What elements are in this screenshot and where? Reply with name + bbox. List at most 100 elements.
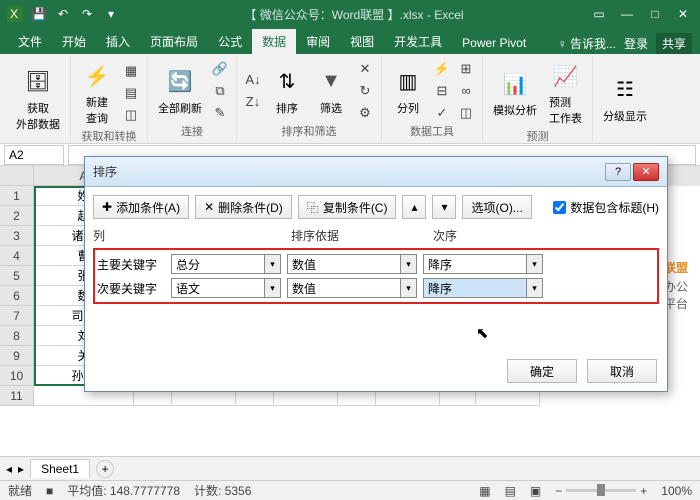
consolidate-icon[interactable]: ⊞ [456, 59, 476, 79]
row-header[interactable]: 7 [0, 306, 34, 326]
has-headers-checkbox[interactable]: 数据包含标题(H) [553, 199, 659, 216]
row-header[interactable]: 10 [0, 366, 34, 386]
primary-basis-combo[interactable]: 数值▾ [287, 254, 417, 274]
status-ready: 就绪 [8, 482, 32, 499]
zoom-level[interactable]: 100% [661, 484, 692, 498]
cancel-button[interactable]: 取消 [587, 359, 657, 383]
status-average: 平均值: 148.7777778 [67, 482, 180, 499]
relationships-icon[interactable]: ∞ [456, 81, 476, 101]
secondary-order-combo[interactable]: 降序▾ [423, 278, 543, 298]
filter-button[interactable]: ▼筛选 [311, 64, 351, 118]
tab-pivot[interactable]: Power Pivot [452, 32, 536, 54]
remove-dup-icon[interactable]: ⊟ [432, 81, 452, 101]
sort-desc-icon[interactable]: Z↓ [243, 92, 263, 112]
external-data-button[interactable]: 🗄获取 外部数据 [12, 64, 64, 134]
row-header[interactable]: 4 [0, 246, 34, 266]
redo-icon[interactable]: ↷ [76, 3, 98, 25]
dialog-close-icon[interactable]: ✕ [633, 163, 659, 181]
tab-layout[interactable]: 页面布局 [140, 29, 208, 54]
properties-icon[interactable]: ⧉ [210, 81, 230, 101]
move-up-button[interactable]: ▴ [402, 195, 426, 219]
help-icon[interactable]: ? [605, 163, 631, 181]
options-button[interactable]: 选项(O)... [462, 195, 531, 219]
tab-insert[interactable]: 插入 [96, 29, 140, 54]
group-transform: 获取和转换 [82, 128, 137, 144]
copy-level-button[interactable]: ⿻复制条件(C) [298, 195, 397, 219]
zoom-out-icon[interactable]: − [555, 484, 562, 498]
excel-icon: X [4, 3, 26, 25]
maximize-icon[interactable]: □ [642, 4, 668, 24]
recent-sources-icon[interactable]: ◫ [121, 105, 141, 125]
name-box[interactable] [4, 145, 64, 165]
tab-nav-next-icon[interactable]: ▸ [18, 462, 24, 476]
tab-view[interactable]: 视图 [340, 29, 384, 54]
window-controls: ▭ — □ ✕ [586, 4, 696, 24]
tab-review[interactable]: 审阅 [296, 29, 340, 54]
tab-data[interactable]: 数据 [252, 29, 296, 54]
minimize-icon[interactable]: — [614, 4, 640, 24]
tab-dev[interactable]: 开发工具 [384, 29, 452, 54]
edit-links-icon[interactable]: ✎ [210, 103, 230, 123]
sort-button[interactable]: ⇅排序 [267, 64, 307, 118]
secondary-column-combo[interactable]: 语文▾ [171, 278, 281, 298]
reapply-icon[interactable]: ↻ [355, 81, 375, 101]
show-queries-icon[interactable]: ▦ [121, 61, 141, 81]
mouse-cursor-icon: ⬉ [476, 324, 489, 342]
qat-dropdown-icon[interactable]: ▾ [100, 3, 122, 25]
zoom-slider[interactable]: − + [555, 484, 647, 498]
tab-nav-prev-icon[interactable]: ◂ [6, 462, 12, 476]
group-forecast: 预测 [527, 128, 549, 144]
move-down-button[interactable]: ▾ [432, 195, 456, 219]
add-level-button[interactable]: ✚添加条件(A) [93, 195, 189, 219]
sort-asc-icon[interactable]: A↓ [243, 70, 263, 90]
row-header[interactable]: 6 [0, 286, 34, 306]
row-header[interactable]: 2 [0, 206, 34, 226]
outline-button[interactable]: ☷分级显示 [599, 72, 651, 126]
from-table-icon[interactable]: ▤ [121, 83, 141, 103]
whatif-button[interactable]: 📊模拟分析 [489, 66, 541, 120]
tell-me[interactable]: ♀ 告诉我... [558, 35, 616, 52]
select-all-corner[interactable] [0, 166, 34, 186]
secondary-basis-combo[interactable]: 数值▾ [287, 278, 417, 298]
share-button[interactable]: 共享 [656, 33, 692, 54]
ok-button[interactable]: 确定 [507, 359, 577, 383]
ribbon-options-icon[interactable]: ▭ [586, 4, 612, 24]
save-icon[interactable]: 💾 [28, 3, 50, 25]
dropdown-arrow-icon: ▾ [526, 255, 542, 273]
tab-file[interactable]: 文件 [8, 29, 52, 54]
row-header[interactable]: 11 [0, 386, 34, 406]
quick-access-toolbar: X 💾 ↶ ↷ ▾ [4, 3, 122, 25]
tab-formula[interactable]: 公式 [208, 29, 252, 54]
view-layout-icon[interactable]: ▤ [505, 484, 516, 498]
manage-model-icon[interactable]: ◫ [456, 103, 476, 123]
delete-level-button[interactable]: ✕删除条件(D) [195, 195, 292, 219]
view-pagebreak-icon[interactable]: ▣ [530, 484, 541, 498]
flash-fill-icon[interactable]: ⚡ [432, 59, 452, 79]
zoom-in-icon[interactable]: + [640, 484, 647, 498]
text-to-columns-button[interactable]: ▥分列 [388, 64, 428, 118]
primary-column-combo[interactable]: 总分▾ [171, 254, 281, 274]
connections-icon[interactable]: 🔗 [210, 59, 230, 79]
close-icon[interactable]: ✕ [670, 4, 696, 24]
advanced-filter-icon[interactable]: ⚙ [355, 103, 375, 123]
data-validation-icon[interactable]: ✓ [432, 103, 452, 123]
status-record[interactable]: ■ [46, 484, 53, 498]
clear-filter-icon[interactable]: ✕ [355, 59, 375, 79]
dialog-titlebar[interactable]: 排序 ? ✕ [85, 157, 667, 187]
row-header[interactable]: 1 [0, 186, 34, 206]
forecast-button[interactable]: 📈预测 工作表 [545, 58, 586, 128]
row-header[interactable]: 9 [0, 346, 34, 366]
primary-order-combo[interactable]: 降序▾ [423, 254, 543, 274]
chevron-down-icon: ▾ [441, 200, 447, 214]
sheet-tab[interactable]: Sheet1 [30, 459, 90, 478]
view-normal-icon[interactable]: ▦ [479, 484, 490, 498]
row-header[interactable]: 8 [0, 326, 34, 346]
new-query-button[interactable]: ⚡新建 查询 [77, 58, 117, 128]
tab-home[interactable]: 开始 [52, 29, 96, 54]
refresh-all-button[interactable]: 🔄全部刷新 [154, 64, 206, 118]
undo-icon[interactable]: ↶ [52, 3, 74, 25]
row-header[interactable]: 3 [0, 226, 34, 246]
new-sheet-icon[interactable]: + [96, 460, 114, 478]
row-header[interactable]: 5 [0, 266, 34, 286]
login-link[interactable]: 登录 [624, 35, 648, 52]
